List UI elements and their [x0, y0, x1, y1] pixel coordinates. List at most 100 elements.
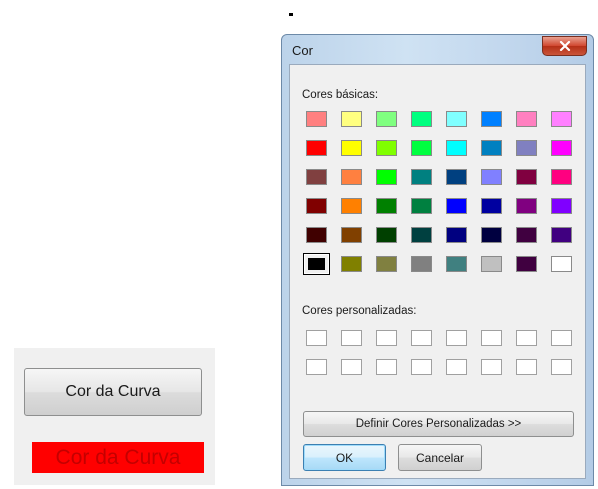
ok-button[interactable]: OK: [303, 444, 386, 471]
basic-colors-label: Cores básicas:: [302, 89, 379, 101]
basic-color-swatch-fill: [341, 227, 362, 243]
basic-color-swatch[interactable]: [443, 108, 470, 130]
basic-colors-grid: [303, 108, 575, 275]
custom-color-swatch[interactable]: [548, 356, 575, 378]
basic-color-swatch[interactable]: [303, 166, 330, 188]
basic-color-swatch-fill: [551, 169, 572, 185]
custom-color-swatch[interactable]: [478, 327, 505, 349]
basic-color-swatch[interactable]: [478, 253, 505, 275]
custom-color-swatch[interactable]: [443, 327, 470, 349]
basic-color-swatch-fill: [516, 227, 537, 243]
basic-color-swatch[interactable]: [338, 108, 365, 130]
basic-color-swatch[interactable]: [513, 195, 540, 217]
basic-color-swatch[interactable]: [303, 253, 330, 275]
custom-color-swatch[interactable]: [513, 327, 540, 349]
basic-color-swatch[interactable]: [408, 253, 435, 275]
basic-color-swatch[interactable]: [513, 108, 540, 130]
basic-color-swatch[interactable]: [443, 253, 470, 275]
basic-color-swatch[interactable]: [443, 166, 470, 188]
basic-color-swatch[interactable]: [548, 195, 575, 217]
basic-color-swatch-fill: [341, 111, 362, 127]
basic-color-swatch[interactable]: [478, 137, 505, 159]
basic-color-swatch[interactable]: [408, 166, 435, 188]
basic-color-swatch-fill: [481, 227, 502, 243]
basic-color-swatch[interactable]: [513, 166, 540, 188]
basic-color-swatch[interactable]: [443, 195, 470, 217]
basic-color-swatch-fill: [411, 227, 432, 243]
basic-color-swatch[interactable]: [373, 108, 400, 130]
basic-color-swatch-fill: [376, 169, 397, 185]
basic-color-swatch[interactable]: [408, 224, 435, 246]
basic-color-swatch[interactable]: [373, 166, 400, 188]
basic-color-swatch[interactable]: [338, 166, 365, 188]
basic-color-swatch[interactable]: [338, 195, 365, 217]
custom-color-swatch-fill: [481, 330, 502, 346]
basic-color-swatch[interactable]: [548, 166, 575, 188]
custom-color-swatch[interactable]: [408, 356, 435, 378]
custom-color-swatch[interactable]: [338, 356, 365, 378]
basic-color-swatch[interactable]: [478, 195, 505, 217]
basic-color-swatch[interactable]: [443, 224, 470, 246]
custom-color-swatch[interactable]: [338, 327, 365, 349]
dialog-client: Cores básicas: Cores personalizadas: Def…: [289, 64, 586, 479]
basic-color-swatch[interactable]: [408, 108, 435, 130]
basic-color-swatch-fill: [516, 256, 537, 272]
custom-color-swatch-fill: [446, 359, 467, 375]
basic-color-swatch[interactable]: [373, 195, 400, 217]
cancel-button[interactable]: Cancelar: [398, 444, 482, 471]
define-custom-colors-button[interactable]: Definir Cores Personalizadas >>: [303, 411, 574, 437]
basic-color-swatch-fill: [516, 111, 537, 127]
close-button[interactable]: [542, 36, 587, 56]
custom-color-swatch[interactable]: [478, 356, 505, 378]
custom-color-swatch-fill: [341, 330, 362, 346]
basic-color-swatch-fill: [376, 256, 397, 272]
basic-color-swatch[interactable]: [338, 137, 365, 159]
custom-color-swatch[interactable]: [548, 327, 575, 349]
basic-color-swatch[interactable]: [548, 108, 575, 130]
basic-color-swatch-fill: [481, 198, 502, 214]
custom-color-swatch[interactable]: [513, 356, 540, 378]
custom-color-swatch[interactable]: [303, 327, 330, 349]
basic-color-swatch-fill: [411, 111, 432, 127]
dialog-titlebar[interactable]: Cor: [282, 35, 593, 65]
basic-color-swatch-fill: [481, 169, 502, 185]
basic-color-swatch[interactable]: [408, 137, 435, 159]
basic-color-swatch-fill: [341, 140, 362, 156]
basic-color-swatch[interactable]: [513, 137, 540, 159]
basic-color-swatch[interactable]: [303, 108, 330, 130]
custom-color-swatch-fill: [411, 359, 432, 375]
curve-color-button[interactable]: Cor da Curva: [24, 368, 202, 416]
basic-color-swatch[interactable]: [548, 253, 575, 275]
custom-color-swatch[interactable]: [373, 327, 400, 349]
basic-color-swatch-fill: [446, 169, 467, 185]
basic-color-swatch[interactable]: [478, 224, 505, 246]
custom-color-swatch[interactable]: [443, 356, 470, 378]
dialog-title: Cor: [292, 43, 313, 58]
basic-color-swatch[interactable]: [303, 137, 330, 159]
basic-color-swatch[interactable]: [303, 195, 330, 217]
custom-color-swatch[interactable]: [373, 356, 400, 378]
basic-color-swatch[interactable]: [303, 224, 330, 246]
curve-color-label: Cor da Curva: [32, 442, 204, 473]
basic-color-swatch[interactable]: [373, 253, 400, 275]
custom-color-swatch[interactable]: [303, 356, 330, 378]
basic-color-swatch[interactable]: [478, 108, 505, 130]
basic-color-swatch[interactable]: [408, 195, 435, 217]
basic-color-swatch[interactable]: [478, 166, 505, 188]
custom-color-swatch[interactable]: [408, 327, 435, 349]
basic-color-swatch[interactable]: [338, 253, 365, 275]
basic-color-swatch[interactable]: [548, 224, 575, 246]
custom-color-swatch-fill: [306, 330, 327, 346]
basic-color-swatch[interactable]: [373, 137, 400, 159]
basic-color-swatch[interactable]: [443, 137, 470, 159]
close-icon: [559, 41, 570, 51]
basic-color-swatch[interactable]: [373, 224, 400, 246]
basic-color-swatch-fill: [341, 169, 362, 185]
basic-color-swatch-fill: [411, 198, 432, 214]
basic-color-swatch[interactable]: [513, 253, 540, 275]
basic-color-swatch[interactable]: [338, 224, 365, 246]
basic-color-swatch[interactable]: [548, 137, 575, 159]
basic-color-swatch-fill: [376, 227, 397, 243]
basic-color-swatch-fill: [446, 227, 467, 243]
basic-color-swatch[interactable]: [513, 224, 540, 246]
